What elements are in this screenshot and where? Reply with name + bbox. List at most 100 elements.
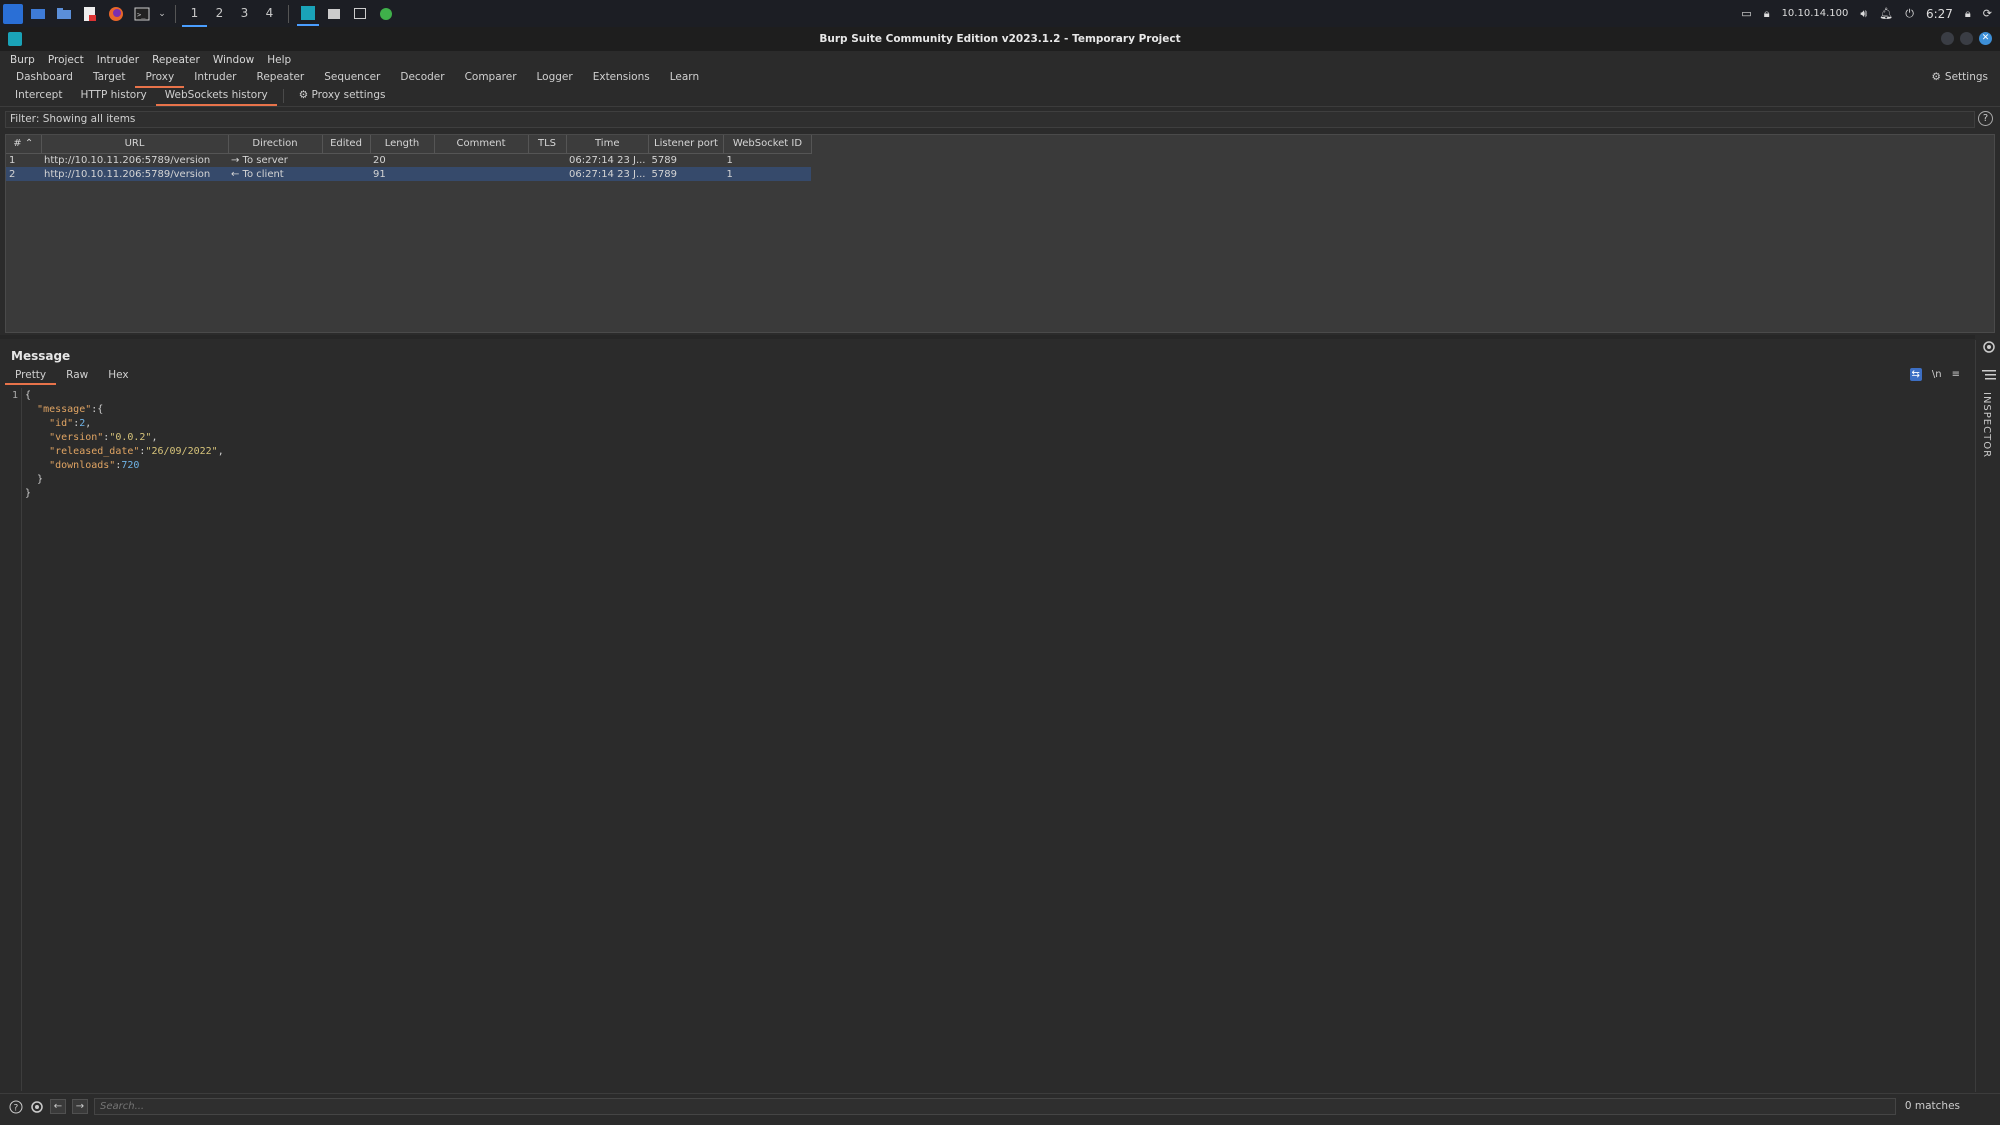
tab-hex[interactable]: Hex (98, 368, 138, 385)
menu-window[interactable]: Window (213, 54, 254, 66)
column-header-time[interactable]: Time (566, 135, 649, 154)
menu-intruder[interactable]: Intruder (97, 54, 139, 66)
desktop-icon[interactable] (27, 4, 49, 24)
panel-splitter[interactable] (0, 335, 1975, 339)
tab-raw[interactable]: Raw (56, 368, 98, 385)
inspector-rail: INSPECTOR (1975, 340, 2000, 1092)
firefox-icon[interactable] (105, 4, 127, 24)
cell-comment (434, 167, 528, 181)
tab-repeater[interactable]: Repeater (247, 69, 315, 88)
menu-help[interactable]: Help (267, 54, 291, 66)
message-editor[interactable]: 1 { "message":{ "id":2, "version":"0.0.2… (5, 388, 1965, 1091)
cell-length: 20 (373, 154, 386, 166)
column-header-comment[interactable]: Comment (434, 135, 529, 154)
gear-icon: ⚙ (1931, 71, 1941, 83)
column-header-number[interactable]: # ⌃ (6, 135, 42, 154)
cell-direction: ← To client (228, 167, 322, 181)
wrap-icon: ⇆ (1911, 369, 1920, 380)
column-header-tls[interactable]: TLS (528, 135, 567, 154)
websockets-history-table: # ⌃ URL Direction Edited Length Comment … (5, 134, 1995, 333)
close-button[interactable]: ✕ (1979, 32, 1992, 45)
inspector-toggle[interactable]: INSPECTOR (1981, 392, 1992, 458)
tab-dashboard[interactable]: Dashboard (6, 69, 83, 88)
tab-intercept[interactable]: Intercept (6, 87, 71, 106)
display-icon[interactable]: ▭ (1741, 7, 1751, 20)
terminal-task-icon[interactable] (349, 4, 371, 24)
volume-icon[interactable]: 🔊︎ (1860, 7, 1867, 21)
cell-edited (322, 167, 370, 181)
column-header-websocket-id[interactable]: WebSocket ID (723, 135, 812, 154)
message-view-tabs: Pretty Raw Hex (5, 368, 139, 385)
column-header-edited[interactable]: Edited (322, 135, 371, 154)
search-input[interactable] (94, 1098, 1896, 1115)
column-header-url[interactable]: URL (41, 135, 229, 154)
help-icon[interactable]: ? (8, 1099, 23, 1114)
tab-extensions[interactable]: Extensions (583, 69, 660, 88)
file-manager-icon[interactable] (53, 4, 75, 24)
tab-target[interactable]: Target (83, 69, 135, 88)
column-header-length[interactable]: Length (370, 135, 435, 154)
tab-http-history[interactable]: HTTP history (71, 87, 155, 106)
word-wrap-toggle[interactable]: ⇆ (1909, 368, 1922, 381)
arrow-right-icon: → (75, 1101, 85, 1112)
message-panel-title: Message (11, 349, 71, 363)
layout-icon[interactable] (1982, 370, 1996, 380)
cell-number: 1 (9, 154, 16, 166)
next-match-button[interactable]: → (72, 1099, 88, 1114)
burp-app-icon (8, 32, 22, 46)
main-tabs: Dashboard Target Proxy Intruder Repeater… (0, 69, 2000, 88)
filter-bar[interactable]: Filter: Showing all items (5, 111, 1975, 128)
menu-repeater[interactable]: Repeater (152, 54, 200, 66)
help-icon[interactable]: ? (1978, 111, 1993, 126)
column-header-direction[interactable]: Direction (228, 135, 323, 154)
table-row[interactable]: 2 http://10.10.11.206:5789/version ← To … (6, 167, 812, 181)
tab-learn[interactable]: Learn (660, 69, 709, 88)
os-taskbar: >_ ⌄ 1 2 3 4 ▭ 🔒︎ 10.10.14.100 🔊︎ 🔔︎ ⏻ 6… (0, 0, 2000, 27)
power-icon[interactable]: ⏻ (1905, 7, 1914, 21)
proxy-settings-label: Proxy settings (311, 89, 386, 101)
column-header-listener-port[interactable]: Listener port (648, 135, 724, 154)
minimize-button[interactable] (1941, 32, 1954, 45)
gear-icon[interactable] (1982, 340, 1996, 354)
tab-logger[interactable]: Logger (527, 69, 583, 88)
cell-listener-port: 5789 (651, 154, 677, 166)
cell-number: 2 (6, 167, 41, 181)
newline-toggle[interactable]: \n (1932, 368, 1942, 381)
terminal-icon[interactable]: >_ (131, 4, 153, 24)
notification-bell-icon[interactable]: 🔔︎ (1879, 7, 1893, 20)
tab-decoder[interactable]: Decoder (390, 69, 454, 88)
menu-project[interactable]: Project (48, 54, 84, 66)
tab-sequencer[interactable]: Sequencer (314, 69, 390, 88)
tab-websockets-history[interactable]: WebSockets history (155, 87, 277, 106)
workspace-4[interactable]: 4 (257, 0, 282, 27)
workspace-1[interactable]: 1 (182, 0, 207, 27)
kali-menu-icon[interactable] (3, 3, 23, 24)
window-task-icon[interactable] (323, 4, 345, 24)
tab-proxy[interactable]: Proxy (135, 69, 185, 88)
cell-url: http://10.10.11.206:5789/version (41, 167, 228, 181)
svg-text:?: ? (13, 1103, 18, 1113)
previous-match-button[interactable]: ← (50, 1099, 66, 1114)
chevron-down-icon[interactable]: ⌄ (157, 4, 167, 24)
app-task-icon[interactable] (375, 4, 397, 24)
maximize-button[interactable] (1960, 32, 1973, 45)
burp-task-icon[interactable] (297, 1, 319, 26)
svg-text:>_: >_ (137, 11, 146, 19)
gear-icon[interactable] (29, 1099, 44, 1114)
tab-pretty[interactable]: Pretty (5, 368, 57, 385)
text-editor-icon[interactable] (79, 4, 101, 24)
cell-tls (528, 153, 566, 167)
table-row[interactable]: 1 http://10.10.11.206:5789/version → To … (6, 153, 811, 167)
settings-button[interactable]: ⚙ Settings (1932, 71, 1989, 83)
tab-intruder[interactable]: Intruder (184, 69, 246, 88)
menu-burp[interactable]: Burp (10, 54, 35, 66)
lock-icon[interactable]: 🔒︎ (1965, 7, 1971, 21)
refresh-icon[interactable]: ⟳ (1983, 7, 1992, 20)
proxy-settings-button[interactable]: ⚙ Proxy settings (290, 87, 395, 106)
tab-comparer[interactable]: Comparer (455, 69, 527, 88)
options-menu-icon[interactable]: ≡ (1952, 368, 1960, 381)
workspace-2[interactable]: 2 (207, 0, 232, 27)
workspace-3[interactable]: 3 (232, 0, 257, 27)
cell-length: 91 (370, 167, 434, 181)
vpn-ip: 10.10.14.100 (1781, 8, 1849, 19)
